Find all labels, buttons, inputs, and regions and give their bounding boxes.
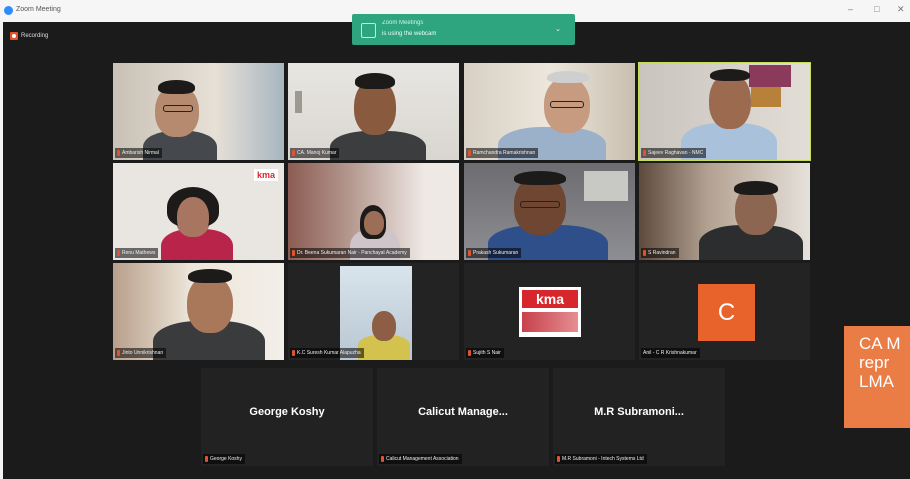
recording-label: Recording: [21, 33, 49, 39]
participant-name: Dr. Beena Sukumaran Nair - Panchayat Aca…: [290, 248, 410, 258]
mic-muted-icon: [117, 150, 120, 156]
recording-indicator[interactable]: Recording: [10, 31, 48, 41]
participant-name: Prakash Sukumaran: [466, 248, 522, 258]
participant-name: Sujith S Nair: [466, 348, 504, 358]
video-tile[interactable]: Jinto Unnikrishnan: [113, 263, 284, 360]
video-tile[interactable]: kma Renu Mathews: [113, 163, 284, 260]
chevron-down-icon[interactable]: ⌄: [555, 25, 561, 33]
participant-name: Calicut Management Association: [379, 454, 462, 464]
video-tile[interactable]: CA. Manoj Kumar: [288, 63, 459, 160]
video-tile-camera-off[interactable]: Calicut Manage... Calicut Management Ass…: [377, 368, 549, 466]
participant-name: M.R Subramoni - Intech Systems Ltd: [555, 454, 647, 464]
mic-muted-icon: [468, 250, 471, 256]
participant-display-name: M.R Subramoni...: [594, 406, 684, 418]
mic-muted-icon: [117, 250, 120, 256]
participant-name: Ramchandra Ramakrishnan: [466, 148, 539, 158]
mic-muted-icon: [381, 456, 384, 462]
video-tile[interactable]: Prakash Sukumaran: [464, 163, 635, 260]
participant-name: Renu Mathews: [115, 248, 159, 258]
notification-title: Zoom Meetings: [382, 20, 424, 26]
mic-muted-icon: [643, 250, 646, 256]
mic-muted-icon: [292, 150, 295, 156]
participant-name: George Koshy: [203, 454, 245, 464]
participant-name: Jinto Unnikrishnan: [115, 348, 167, 358]
mic-muted-icon: [643, 150, 646, 156]
mic-muted-icon: [468, 150, 471, 156]
zoom-logo-icon: [4, 6, 13, 15]
video-tile[interactable]: kma Sujith S Nair: [464, 263, 635, 360]
video-tile[interactable]: Ambarish Nirmal: [113, 63, 284, 160]
mic-muted-icon: [292, 350, 295, 356]
video-tile[interactable]: C Anil - C R Krishnakumar: [639, 263, 810, 360]
avatar: C: [698, 284, 755, 341]
participant-display-name: George Koshy: [249, 406, 325, 418]
kma-logo: kma: [522, 290, 578, 308]
kma-logo: kma: [253, 169, 278, 181]
minimize-button[interactable]: –: [848, 4, 853, 14]
participant-name: CA. Manoj Kumar: [290, 148, 340, 158]
caption-overlay: CA M repr LMA: [844, 326, 910, 428]
maximize-button[interactable]: □: [874, 4, 879, 14]
camera-icon: [361, 23, 376, 38]
video-tile[interactable]: Ramchandra Ramakrishnan: [464, 63, 635, 160]
video-tile[interactable]: Dr. Beena Sukumaran Nair - Panchayat Aca…: [288, 163, 459, 260]
webcam-notification[interactable]: Zoom Meetings is using the webcam ⌄: [352, 14, 575, 45]
participant-name: S Ravindran: [641, 248, 679, 258]
video-tile[interactable]: K.C Suresh Kumar Alapuzha: [288, 263, 459, 360]
notification-text: is using the webcam: [382, 31, 437, 37]
recording-icon: [10, 32, 18, 40]
video-tile[interactable]: S Ravindran: [639, 163, 810, 260]
video-tile-camera-off[interactable]: George Koshy George Koshy: [201, 368, 373, 466]
video-tile-camera-off[interactable]: M.R Subramoni... M.R Subramoni - Intech …: [553, 368, 725, 466]
mic-muted-icon: [557, 456, 560, 462]
mic-muted-icon: [468, 350, 471, 356]
participant-name: Sajeev Raghavan - NMC: [641, 148, 707, 158]
mic-muted-icon: [117, 350, 120, 356]
participant-name: Anil - C R Krishnakumar: [641, 348, 700, 358]
close-button[interactable]: ✕: [897, 4, 905, 14]
mic-muted-icon: [292, 250, 295, 256]
window-title: Zoom Meeting: [16, 6, 61, 13]
participant-name: Ambarish Nirmal: [115, 148, 162, 158]
mic-muted-icon: [205, 456, 208, 462]
video-tile-active-speaker[interactable]: Sajeev Raghavan - NMC: [638, 62, 811, 161]
participant-name: K.C Suresh Kumar Alapuzha: [290, 348, 364, 358]
participant-display-name: Calicut Manage...: [418, 406, 508, 418]
